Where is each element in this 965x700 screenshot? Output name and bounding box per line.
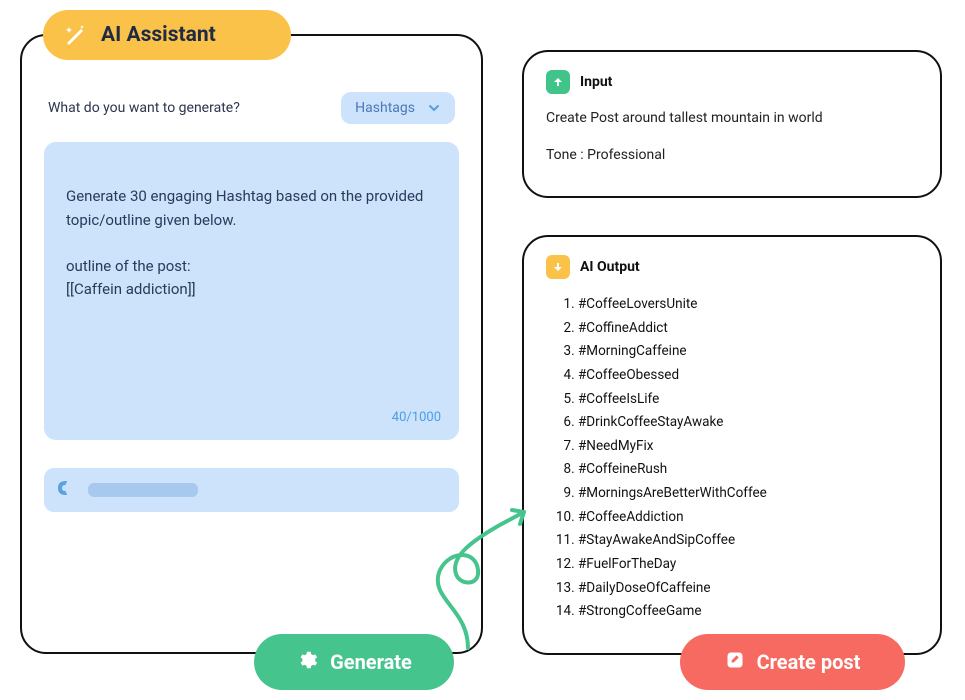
input-text: Create Post around tallest mountain in w…: [546, 108, 918, 129]
hashtag-item: #CoffeeObessed: [578, 364, 918, 388]
generation-type-select[interactable]: Hashtags: [341, 92, 455, 124]
audio-input-bar[interactable]: [44, 468, 459, 512]
hashtag-item: #MorningCaffeine: [578, 340, 918, 364]
hashtag-item: #DailyDoseOfCaffeine: [578, 577, 918, 601]
hashtag-item: #DrinkCoffeeStayAwake: [578, 411, 918, 435]
hashtag-list: #CoffeeLoversUnite#CoffineAddict#Morning…: [546, 293, 918, 624]
hashtag-item: #FuelForTheDay: [578, 553, 918, 577]
hashtag-item: #MorningsAreBetterWithCoffee: [578, 482, 918, 506]
hashtag-item: #StayAwakeAndSipCoffee: [578, 529, 918, 553]
type-selected-label: Hashtags: [355, 100, 415, 116]
ai-assistant-title: AI Assistant: [101, 23, 216, 47]
prompt-textarea[interactable]: Generate 30 engaging Hashtag based on th…: [44, 142, 459, 440]
magic-wand-icon: [63, 23, 87, 47]
arrow-down-icon: [546, 255, 570, 279]
prompt-label: What do you want to generate?: [48, 100, 240, 116]
hashtag-item: #CoffeeIsLife: [578, 388, 918, 412]
chevron-down-icon: [427, 101, 441, 115]
textarea-content: Generate 30 engaging Hashtag based on th…: [66, 187, 423, 298]
sound-wave-icon: [58, 479, 76, 501]
prompt-row: What do you want to generate? Hashtags: [44, 92, 459, 124]
edit-icon: [725, 650, 745, 675]
audio-waveform: [88, 483, 198, 497]
hashtag-item: #CoffeeAddiction: [578, 506, 918, 530]
input-header: Input: [546, 70, 918, 94]
assistant-panel: What do you want to generate? Hashtags G…: [20, 34, 483, 654]
arrow-up-icon: [546, 70, 570, 94]
output-title: AI Output: [580, 259, 640, 275]
gear-icon: [296, 649, 318, 676]
hashtag-item: #CoffineAddict: [578, 317, 918, 341]
char-counter: 40/1000: [392, 408, 441, 428]
create-post-button[interactable]: Create post: [680, 634, 905, 690]
output-card: AI Output #CoffeeLoversUnite#CoffineAddi…: [522, 235, 942, 655]
hashtag-item: #CoffeineRush: [578, 458, 918, 482]
generate-button[interactable]: Generate: [254, 634, 454, 690]
hashtag-item: #NeedMyFix: [578, 435, 918, 459]
ai-assistant-badge: AI Assistant: [43, 10, 291, 60]
input-card: Input Create Post around tallest mountai…: [522, 50, 942, 198]
input-title: Input: [580, 74, 612, 90]
create-post-label: Create post: [757, 650, 861, 674]
tone-text: Tone : Professional: [546, 147, 918, 163]
generate-label: Generate: [330, 650, 412, 674]
output-header: AI Output: [546, 255, 918, 279]
hashtag-item: #CoffeeLoversUnite: [578, 293, 918, 317]
hashtag-item: #StrongCoffeeGame: [578, 600, 918, 624]
